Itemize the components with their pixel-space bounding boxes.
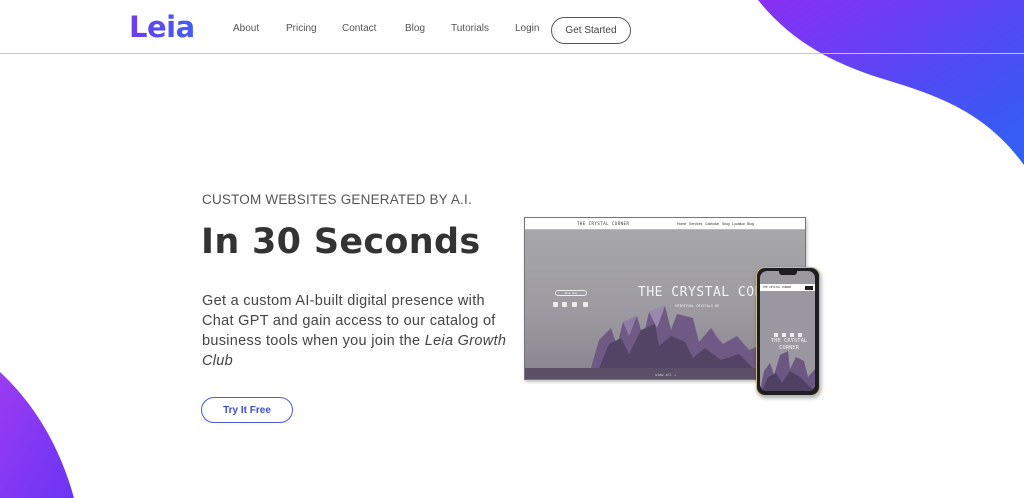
nav-link-tutorials[interactable]: Tutorials	[451, 23, 489, 34]
facebook-icon	[553, 302, 558, 307]
phone-site-mockup: THE CRYSTAL CORNER THE CRYSTAL CORNER	[756, 267, 820, 396]
twitter-icon	[572, 302, 577, 307]
mockup-hero-subtitle: SPIRITUAL CRYSTALS HE	[675, 304, 720, 308]
instagram-icon	[562, 302, 567, 307]
top-navigation: Leia About Pricing Contact Blog Tutorial…	[0, 0, 1024, 54]
try-it-free-button[interactable]: Try It Free	[201, 397, 293, 423]
mockup-hero-title: THE CRYSTAL COR	[638, 285, 763, 300]
phone-screen: THE CRYSTAL CORNER THE CRYSTAL CORNER	[760, 271, 815, 391]
nav-link-pricing[interactable]: Pricing	[286, 23, 317, 34]
hero-eyebrow: CUSTOM WEBSITES GENERATED BY A.I.	[202, 192, 472, 207]
decorative-gradient-blobs	[0, 0, 1024, 498]
phone-notch	[779, 271, 797, 275]
nav-link-login[interactable]: Login	[515, 23, 539, 34]
hero-headline: In 30 Seconds	[201, 222, 481, 262]
landing-page: Leia About Pricing Contact Blog Tutorial…	[0, 0, 1024, 498]
phone-menu-button	[805, 285, 813, 290]
get-started-button[interactable]: Get Started	[551, 17, 631, 44]
mockup-shop-button: Shop Now	[555, 290, 587, 296]
nav-link-blog[interactable]: Blog	[405, 23, 425, 34]
phone-hero-title: THE CRYSTAL CORNER	[770, 338, 808, 351]
leia-logo[interactable]: Leia	[129, 10, 195, 44]
mockup-footer-text: view all →	[655, 373, 677, 377]
nav-link-about[interactable]: About	[233, 23, 259, 34]
phone-navbar-text: THE CRYSTAL CORNER	[763, 286, 792, 289]
hero-description: Get a custom AI-built digital presence w…	[202, 291, 507, 371]
linkedin-icon	[583, 302, 588, 307]
nav-link-contact[interactable]: Contact	[342, 23, 376, 34]
